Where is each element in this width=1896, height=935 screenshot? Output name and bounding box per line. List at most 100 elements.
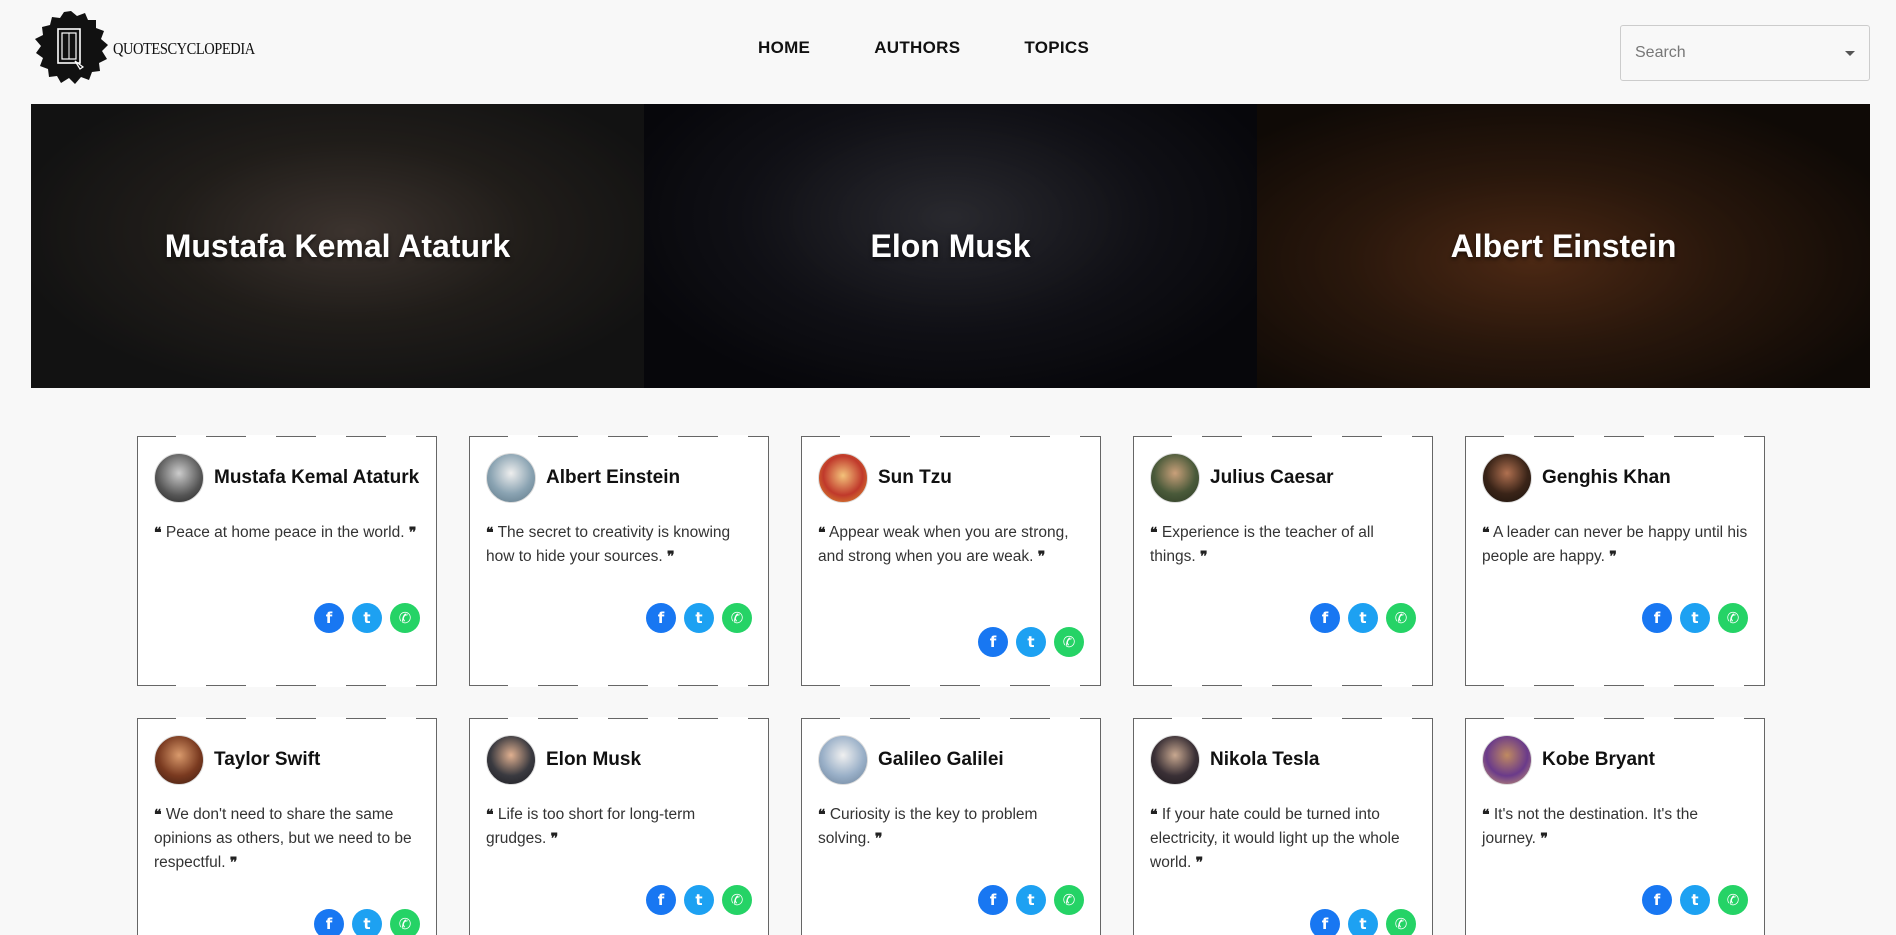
main-nav: HOME AUTHORS TOPICS [758, 38, 1153, 58]
avatar[interactable] [1482, 453, 1532, 503]
whatsapp-icon[interactable]: ✆ [722, 603, 752, 633]
twitter-icon[interactable]: t [1348, 603, 1378, 633]
whatsapp-icon[interactable]: ✆ [390, 909, 420, 935]
chevron-down-icon[interactable] [1845, 51, 1855, 56]
quote-text: ❝ Peace at home peace in the world. ❞ [154, 524, 417, 541]
twitter-icon[interactable]: t [1680, 885, 1710, 915]
facebook-icon[interactable]: f [1642, 603, 1672, 633]
logo-badge-icon [31, 9, 111, 89]
author-name[interactable]: Galileo Galilei [878, 749, 1004, 771]
share-buttons: f t ✆ [306, 909, 420, 935]
quote-open-icon: ❝ [486, 525, 494, 541]
whatsapp-icon[interactable]: ✆ [1718, 885, 1748, 915]
twitter-icon[interactable]: t [684, 885, 714, 915]
facebook-icon[interactable]: f [1642, 885, 1672, 915]
quote-text: ❝ Appear weak when you are strong, and s… [818, 524, 1069, 565]
nav-home[interactable]: HOME [758, 38, 810, 58]
avatar[interactable] [154, 735, 204, 785]
whatsapp-icon[interactable]: ✆ [722, 885, 752, 915]
hero-title: Elon Musk [870, 227, 1031, 264]
hero-panel-musk[interactable]: Elon Musk [644, 104, 1257, 388]
hero-title: Albert Einstein [1450, 227, 1677, 264]
avatar[interactable] [154, 453, 204, 503]
facebook-icon[interactable]: f [646, 885, 676, 915]
hero-panel-ataturk[interactable]: Mustafa Kemal Ataturk [31, 104, 644, 388]
facebook-icon[interactable]: f [1310, 603, 1340, 633]
quote-close-icon: ❞ [408, 525, 417, 541]
facebook-icon[interactable]: f [314, 603, 344, 633]
site-logo[interactable]: QUOTESCYCLOPEDIA [31, 9, 280, 89]
author-name[interactable]: Julius Caesar [1210, 467, 1334, 489]
hero-title: Mustafa Kemal Ataturk [164, 227, 511, 264]
author-name[interactable]: Mustafa Kemal Ataturk [214, 467, 419, 489]
share-buttons: f t ✆ [1302, 603, 1416, 633]
author-name[interactable]: Nikola Tesla [1210, 749, 1319, 771]
whatsapp-icon[interactable]: ✆ [1718, 603, 1748, 633]
quote-card: Galileo Galilei ❝ Curiosity is the key t… [800, 717, 1102, 935]
facebook-icon[interactable]: f [646, 603, 676, 633]
avatar[interactable] [818, 453, 868, 503]
facebook-icon[interactable]: f [978, 885, 1008, 915]
avatar[interactable] [486, 453, 536, 503]
quote-close-icon: ❞ [1199, 549, 1208, 565]
whatsapp-icon[interactable]: ✆ [1054, 627, 1084, 657]
whatsapp-icon[interactable]: ✆ [1054, 885, 1084, 915]
quote-open-icon: ❝ [818, 807, 826, 823]
quote-text: ❝ The secret to creativity is knowing ho… [486, 524, 731, 565]
twitter-icon[interactable]: t [1348, 909, 1378, 935]
quote-open-icon: ❝ [818, 525, 826, 541]
share-buttons: f t ✆ [1302, 909, 1416, 935]
avatar[interactable] [1150, 735, 1200, 785]
hero-panel-einstein[interactable]: Albert Einstein [1257, 104, 1870, 388]
share-buttons: f t ✆ [638, 885, 752, 915]
quote-close-icon: ❞ [1195, 855, 1204, 871]
twitter-icon[interactable]: t [1680, 603, 1710, 633]
quote-card: Nikola Tesla ❝ If your hate could be tur… [1132, 717, 1434, 935]
quote-open-icon: ❝ [1150, 525, 1158, 541]
author-name[interactable]: Albert Einstein [546, 467, 680, 489]
avatar[interactable] [486, 735, 536, 785]
quote-card: Elon Musk ❝ Life is too short for long-t… [468, 717, 770, 935]
quote-card: Mustafa Kemal Ataturk ❝ Peace at home pe… [136, 435, 438, 687]
author-name[interactable]: Elon Musk [546, 749, 641, 771]
search-input[interactable] [1635, 44, 1815, 62]
quote-text: ❝ If your hate could be turned into elec… [1150, 806, 1400, 871]
twitter-icon[interactable]: t [684, 603, 714, 633]
quote-close-icon: ❞ [1609, 549, 1617, 565]
whatsapp-icon[interactable]: ✆ [1386, 603, 1416, 633]
twitter-icon[interactable]: t [352, 603, 382, 633]
twitter-icon[interactable]: t [352, 909, 382, 935]
quote-text: ❝ It's not the destination. It's the jou… [1482, 806, 1698, 847]
quote-card: Albert Einstein ❝ The secret to creativi… [468, 435, 770, 687]
twitter-icon[interactable]: t [1016, 885, 1046, 915]
quote-card: Kobe Bryant ❝ It's not the destination. … [1464, 717, 1766, 935]
quote-text: ❝ Life is too short for long-term grudge… [486, 806, 696, 847]
share-buttons: f t ✆ [638, 603, 752, 633]
quote-open-icon: ❝ [154, 807, 162, 823]
author-name[interactable]: Genghis Khan [1542, 467, 1671, 489]
avatar[interactable] [1150, 453, 1200, 503]
quote-close-icon: ❞ [666, 549, 675, 565]
search-select[interactable] [1620, 25, 1870, 81]
author-name[interactable]: Kobe Bryant [1542, 749, 1655, 771]
quote-open-icon: ❝ [1482, 525, 1490, 541]
author-name[interactable]: Taylor Swift [214, 749, 320, 771]
author-name[interactable]: Sun Tzu [878, 467, 952, 489]
twitter-icon[interactable]: t [1016, 627, 1046, 657]
avatar[interactable] [1482, 735, 1532, 785]
quote-open-icon: ❝ [1150, 807, 1158, 823]
whatsapp-icon[interactable]: ✆ [390, 603, 420, 633]
quote-open-icon: ❝ [486, 807, 494, 823]
nav-authors[interactable]: AUTHORS [874, 38, 960, 58]
quote-text: ❝ Curiosity is the key to problem solvin… [818, 806, 1038, 847]
facebook-icon[interactable]: f [978, 627, 1008, 657]
quote-card: Sun Tzu ❝ Appear weak when you are stron… [800, 435, 1102, 687]
quote-card: Julius Caesar ❝ Experience is the teache… [1132, 435, 1434, 687]
avatar[interactable] [818, 735, 868, 785]
facebook-icon[interactable]: f [1310, 909, 1340, 935]
share-buttons: f t ✆ [1634, 603, 1748, 633]
whatsapp-icon[interactable]: ✆ [1386, 909, 1416, 935]
share-buttons: f t ✆ [970, 627, 1084, 657]
nav-topics[interactable]: TOPICS [1024, 38, 1089, 58]
facebook-icon[interactable]: f [314, 909, 344, 935]
